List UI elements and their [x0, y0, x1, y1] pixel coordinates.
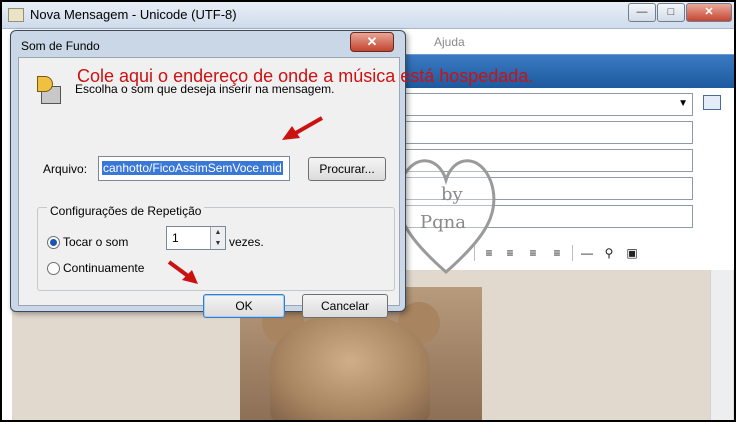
editor-scrollbar[interactable]: [710, 270, 733, 420]
window-titlebar: Nova Mensagem - Unicode (UTF-8) — □ ✕: [2, 2, 734, 29]
maximize-button[interactable]: □: [657, 3, 685, 22]
times-stepper[interactable]: 1 ▲ ▼: [166, 226, 226, 250]
dialog-body: Escolha o som que deseja inserir na mens…: [18, 57, 400, 318]
dialog-title: Som de Fundo: [21, 39, 100, 53]
repeat-group-title: Configurações de Repetição: [47, 204, 205, 218]
menu-bar: Ajuda: [402, 35, 732, 51]
address-book-icon[interactable]: [703, 95, 721, 110]
file-label: Arquivo:: [43, 162, 88, 176]
to-field[interactable]: [402, 121, 693, 144]
dialog-close-button[interactable]: ✕: [350, 32, 394, 52]
from-select[interactable]: ▼: [402, 93, 693, 116]
ok-arrow-icon: [167, 260, 198, 284]
bear-head: [270, 312, 430, 420]
mail-compose-window: Nova Mensagem - Unicode (UTF-8) — □ ✕ Aj…: [2, 2, 734, 420]
toolbar-separator: [572, 245, 573, 261]
minimize-button[interactable]: —: [628, 3, 656, 22]
stepper-arrows-icon[interactable]: ▲ ▼: [210, 227, 225, 249]
chevron-down-icon: ▼: [678, 98, 688, 109]
file-path-value: canhotto/FicoAssimSemVoce.mid: [102, 161, 283, 175]
radio-continuous-label: Continuamente: [63, 261, 145, 275]
close-window-button[interactable]: ✕: [686, 3, 732, 22]
insert-link-icon[interactable]: ⚲: [602, 246, 616, 260]
radio-play-times-label: Tocar o som: [63, 235, 129, 249]
insert-image-icon[interactable]: ▣: [625, 246, 639, 260]
justify-icon[interactable]: ≡: [550, 246, 564, 260]
cancel-button[interactable]: Cancelar: [302, 294, 388, 318]
speaker-icon: [37, 76, 61, 104]
ok-button[interactable]: OK: [203, 294, 285, 318]
watermark-pqna: Pqna: [420, 212, 466, 233]
mail-app-icon: [8, 8, 24, 22]
menu-ajuda[interactable]: Ajuda: [434, 35, 465, 49]
times-value: 1: [172, 231, 179, 245]
watermark-by: by: [441, 184, 464, 205]
file-path-input[interactable]: canhotto/FicoAssimSemVoce.mid: [98, 156, 290, 181]
instruction-annotation: Cole aqui o endereço de onde a música es…: [77, 66, 534, 86]
horizontal-line-icon[interactable]: —: [580, 246, 594, 260]
align-right-icon[interactable]: ≡: [526, 246, 540, 260]
times-suffix: vezes.: [229, 235, 264, 249]
radio-play-times[interactable]: [47, 236, 60, 249]
radio-continuous[interactable]: [47, 262, 60, 275]
browse-button[interactable]: Procurar...: [308, 157, 386, 181]
annotation-arrow-icon: [282, 116, 323, 140]
window-title: Nova Mensagem - Unicode (UTF-8): [30, 7, 237, 22]
